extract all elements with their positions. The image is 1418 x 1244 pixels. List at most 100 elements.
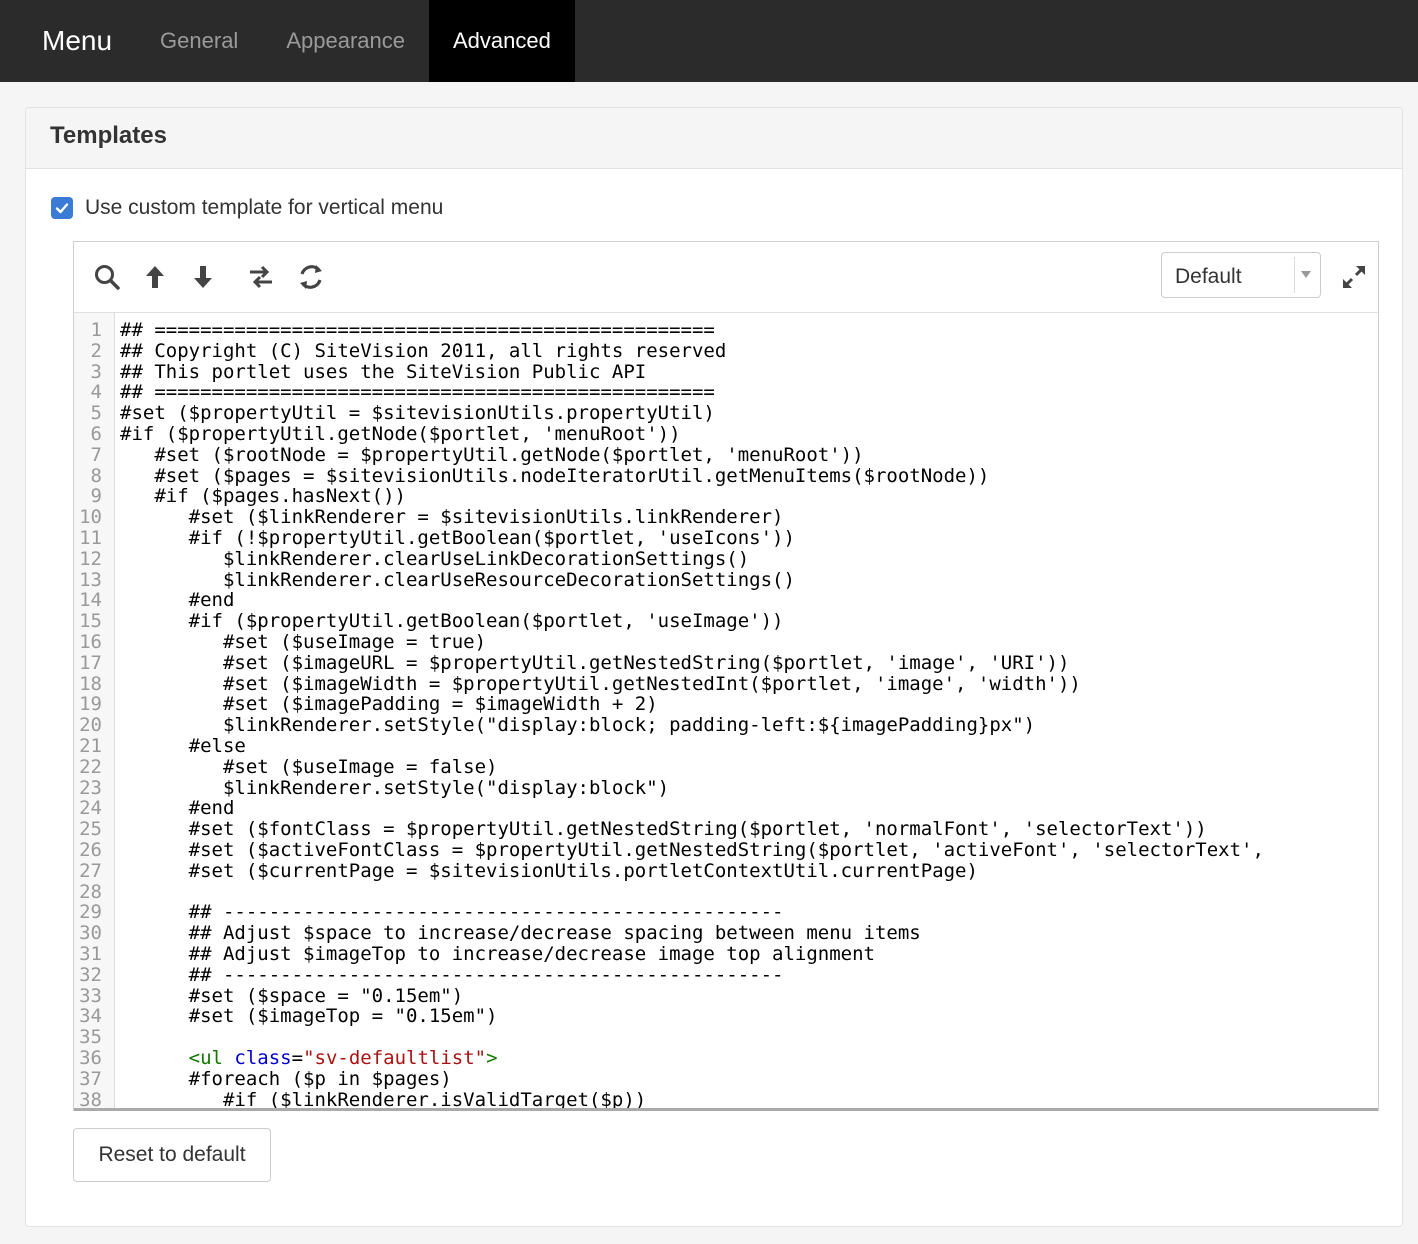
editor-toolbar: Default — [74, 242, 1378, 313]
line-number: 4 — [90, 381, 102, 404]
templates-panel: Templates Use custom template for vertic… — [25, 107, 1403, 1227]
code-line: ## =====================================… — [120, 381, 715, 404]
line-number: 18 — [79, 672, 102, 695]
code-equals: = — [291, 1047, 304, 1069]
line-number: 30 — [79, 922, 102, 945]
line-number: 37 — [79, 1067, 102, 1090]
line-number: 23 — [79, 776, 102, 799]
custom-template-label[interactable]: Use custom template for vertical menu — [85, 196, 443, 220]
line-number: 34 — [79, 1005, 102, 1028]
line-number: 14 — [79, 589, 102, 612]
swap-icon[interactable] — [246, 262, 276, 292]
code-line: ## -------------------------------------… — [120, 901, 784, 924]
line-number: 5 — [90, 402, 102, 425]
line-number: 22 — [79, 755, 102, 778]
code-tag-open: <ul — [188, 1047, 223, 1069]
line-number: 25 — [79, 818, 102, 841]
line-number: 38 — [79, 1088, 102, 1108]
arrow-up-icon[interactable] — [140, 262, 170, 292]
code-line: #set ($fontClass = $propertyUtil.getNest… — [120, 818, 1207, 841]
line-number: 35 — [79, 1026, 102, 1049]
code-line: #set ($useImage = false) — [120, 755, 498, 778]
code-editor: Default 1 ## ============================… — [73, 241, 1379, 1111]
line-number: 28 — [79, 880, 102, 903]
theme-select[interactable]: Default — [1161, 252, 1321, 298]
panel-header — [26, 108, 1402, 169]
code-attr-value: "sv-defaultlist" — [303, 1047, 487, 1069]
code-line: ## =====================================… — [120, 319, 715, 341]
code-area[interactable]: 1 ## ====================================… — [74, 313, 1378, 1108]
custom-template-checkbox[interactable] — [51, 197, 73, 219]
code-line: #set ($currentPage = $sitevisionUtils.po… — [120, 859, 978, 882]
search-icon[interactable] — [92, 262, 122, 292]
code-line: ## Copyright (C) SiteVision 2011, all ri… — [120, 339, 727, 362]
line-number: 2 — [90, 339, 102, 362]
panel-title: Templates — [50, 122, 167, 149]
code-line: $linkRenderer.clearUseResourceDecoration… — [120, 568, 795, 591]
top-nav: Menu General Appearance Advanced — [0, 0, 1418, 82]
code-line: #end — [120, 797, 235, 820]
code-line: $linkRenderer.setStyle("display:block") — [120, 776, 670, 799]
code-line: #set ($linkRenderer = $sitevisionUtils.l… — [120, 506, 784, 529]
code-line: #else — [120, 735, 246, 757]
nav-brand: Menu — [42, 25, 113, 56]
line-number: 6 — [90, 423, 102, 445]
line-number: 17 — [79, 651, 102, 674]
line-number: 8 — [90, 464, 102, 487]
horizontal-scrollbar[interactable] — [74, 1108, 1378, 1111]
code-line: ## Adjust $imageTop to increase/decrease… — [120, 943, 875, 965]
code-line: #if (!$propertyUtil.getBoolean($portlet,… — [120, 527, 795, 549]
expand-icon[interactable] — [1339, 262, 1369, 292]
code-line: #set ($pages = $sitevisionUtils.nodeIter… — [120, 464, 990, 487]
arrow-down-icon[interactable] — [188, 262, 218, 292]
line-number: 29 — [79, 901, 102, 924]
line-number: 21 — [79, 735, 102, 757]
code-line: $linkRenderer.clearUseLinkDecorationSett… — [120, 547, 750, 570]
code-line: #set ($imageURL = $propertyUtil.getNeste… — [120, 651, 1070, 674]
code-line: #set ($imageWidth = $propertyUtil.getNes… — [120, 672, 1081, 695]
code-line: #set ($useImage = true) — [120, 631, 487, 653]
line-number: 13 — [79, 568, 102, 591]
code-line: #if ($linkRenderer.isValidTarget($p)) — [120, 1088, 647, 1108]
line-number: 15 — [79, 610, 102, 633]
code-line: #set ($propertyUtil = $sitevisionUtils.p… — [120, 402, 715, 425]
line-number: 16 — [79, 631, 102, 653]
line-number: 32 — [79, 963, 102, 986]
code-line: #set ($rootNode = $propertyUtil.getNode(… — [120, 443, 864, 466]
code-attr-name: class — [222, 1047, 292, 1069]
refresh-icon[interactable] — [296, 262, 326, 292]
select-divider — [1294, 257, 1295, 293]
code-line: ## Adjust $space to increase/decrease sp… — [120, 922, 921, 945]
code-line: $linkRenderer.setStyle("display:block; p… — [120, 714, 1036, 737]
code-line: #set ($imagePadding = $imageWidth + 2) — [120, 693, 658, 716]
code-line: #set ($activeFontClass = $propertyUtil.g… — [120, 839, 1264, 861]
line-number: 20 — [79, 714, 102, 737]
code-line: #set ($space = "0.15em") — [120, 984, 464, 1007]
line-number: 27 — [79, 859, 102, 882]
tab-general[interactable]: General — [136, 0, 262, 82]
line-number: 7 — [90, 443, 102, 466]
line-number: 26 — [79, 839, 102, 861]
code-line: #if ($propertyUtil.getBoolean($portlet, … — [120, 610, 784, 633]
check-icon — [55, 203, 69, 214]
code-line: #set ($imageTop = "0.15em") — [120, 1005, 498, 1028]
tab-appearance[interactable]: Appearance — [262, 0, 429, 82]
code-tag-close: > — [486, 1047, 498, 1069]
theme-select-value: Default — [1175, 265, 1242, 288]
line-number: 33 — [79, 984, 102, 1007]
code-line: #if ($pages.hasNext()) — [120, 485, 406, 508]
line-number: 24 — [79, 797, 102, 820]
line-number: 9 — [90, 485, 102, 508]
tab-advanced[interactable]: Advanced — [428, 0, 575, 82]
code-line: #if ($propertyUtil.getNode($portlet, 'me… — [120, 423, 681, 445]
code-line: ## This portlet uses the SiteVision Publ… — [120, 360, 647, 383]
reset-to-default-button[interactable]: Reset to default — [73, 1128, 271, 1182]
line-number: 3 — [90, 360, 102, 383]
line-number: 19 — [79, 693, 102, 716]
code-line: #end — [120, 589, 235, 612]
code-line: ## -------------------------------------… — [120, 963, 784, 986]
line-number: 1 — [90, 319, 102, 341]
line-number: 11 — [79, 527, 102, 549]
line-number: 12 — [79, 547, 102, 570]
